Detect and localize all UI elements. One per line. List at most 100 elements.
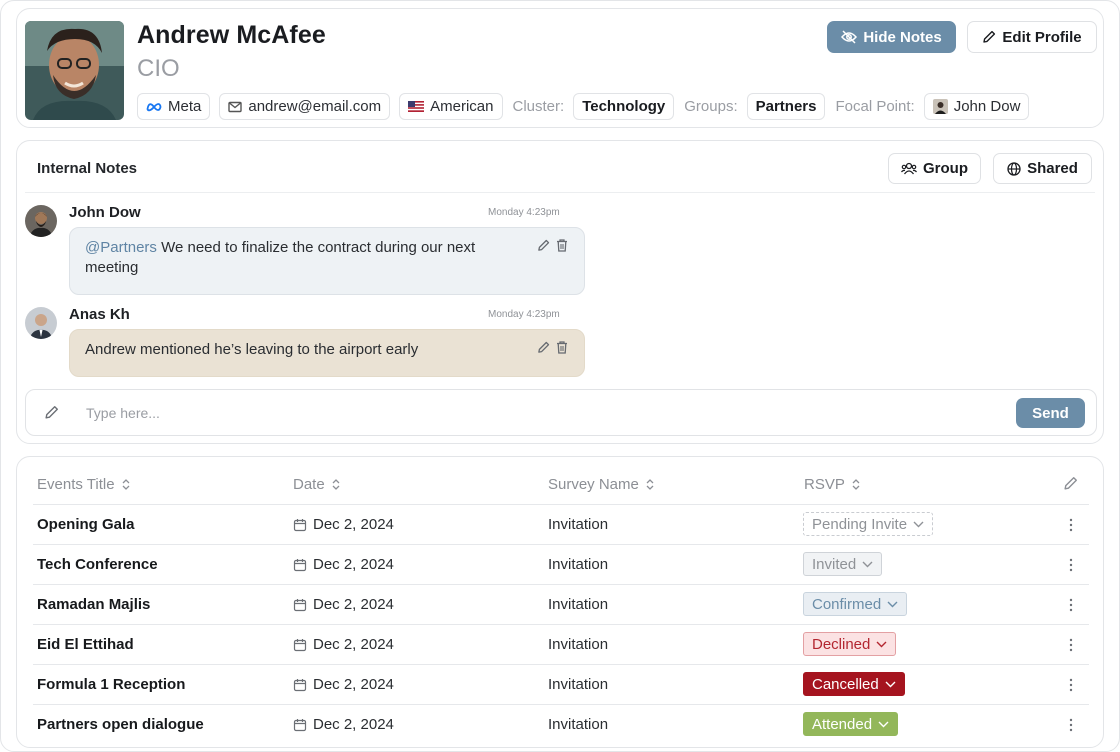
event-title: Opening Gala: [37, 516, 135, 533]
event-title: Ramadan Majlis: [37, 596, 151, 613]
hide-notes-label: Hide Notes: [863, 28, 942, 46]
group-button[interactable]: Group: [888, 153, 981, 184]
row-menu-icon[interactable]: [1067, 637, 1075, 653]
event-title: Formula 1 Reception: [37, 676, 186, 693]
nationality-text: American: [430, 98, 494, 115]
send-button[interactable]: Send: [1016, 398, 1085, 428]
rsvp-dropdown[interactable]: Attended: [803, 712, 899, 736]
column-header-label: Date: [293, 476, 325, 493]
eye-off-icon: [841, 30, 858, 44]
rsvp-dropdown[interactable]: Pending Invite: [803, 512, 934, 536]
table-row[interactable]: Partners open dialogue Dec 2, 2024 Invit…: [33, 704, 1089, 744]
rsvp-status: Cancelled: [812, 675, 879, 693]
survey-name: Invitation: [548, 676, 609, 693]
rsvp-status: Pending Invite: [812, 515, 908, 533]
rsvp-status: Declined: [812, 635, 871, 653]
message-bubble: @Partners We need to finalize the contra…: [69, 227, 585, 295]
globe-icon: [1007, 161, 1021, 176]
column-header-label: RSVP: [804, 476, 845, 493]
event-date-text: Dec 2, 2024: [313, 556, 394, 573]
nationality-chip: American: [399, 93, 503, 120]
company-chip: Meta: [137, 93, 211, 120]
focal-point-label: Focal Point:: [835, 98, 915, 115]
cluster-label: Cluster:: [512, 98, 565, 115]
event-date-text: Dec 2, 2024: [313, 716, 394, 733]
survey-name: Invitation: [548, 716, 609, 733]
message-actions: [537, 239, 568, 252]
edit-columns-icon[interactable]: [1063, 476, 1078, 491]
edit-message-icon[interactable]: [537, 239, 550, 252]
event-title: Tech Conference: [37, 556, 158, 573]
event-date: Dec 2, 2024: [293, 716, 394, 733]
event-date: Dec 2, 2024: [293, 556, 394, 573]
event-date-text: Dec 2, 2024: [313, 676, 394, 693]
row-menu-icon[interactable]: [1067, 597, 1075, 613]
groups-label: Groups:: [684, 98, 738, 115]
message-mention[interactable]: @Partners: [85, 239, 157, 256]
event-title: Partners open dialogue: [37, 716, 204, 733]
rsvp-dropdown[interactable]: Declined: [803, 632, 897, 656]
internal-notes-card: Internal Notes Group Shared John Dow Mon…: [16, 140, 1104, 444]
event-date-text: Dec 2, 2024: [313, 516, 394, 533]
hide-notes-button[interactable]: Hide Notes: [827, 21, 956, 53]
calendar-icon: [293, 678, 307, 691]
rsvp-dropdown[interactable]: Cancelled: [803, 672, 905, 696]
message-time: Monday 4:23pm: [488, 207, 560, 218]
shared-button[interactable]: Shared: [993, 153, 1092, 184]
us-flag-icon: [408, 101, 425, 112]
chevron-down-icon: [913, 521, 924, 527]
table-row[interactable]: Tech Conference Dec 2, 2024 Invitation I…: [33, 544, 1089, 584]
rsvp-status: Confirmed: [812, 595, 882, 613]
survey-name: Invitation: [548, 556, 609, 573]
calendar-icon: [293, 598, 307, 611]
message-avatar: [25, 205, 57, 237]
delete-message-icon[interactable]: [556, 341, 568, 354]
delete-message-icon[interactable]: [556, 239, 568, 252]
column-header-label: Survey Name: [548, 476, 639, 493]
rsvp-status: Attended: [812, 715, 873, 733]
cluster-chip[interactable]: Technology: [573, 93, 675, 120]
table-row[interactable]: Opening Gala Dec 2, 2024 Invitation Pend…: [33, 504, 1089, 544]
email-text: andrew@email.com: [248, 98, 382, 115]
table-row[interactable]: Formula 1 Reception Dec 2, 2024 Invitati…: [33, 664, 1089, 704]
events-table-card: Events Title Date Survey Name RSVP Openi…: [16, 456, 1104, 748]
sort-icon: [122, 479, 130, 490]
sort-icon: [332, 479, 340, 490]
column-header-survey-name[interactable]: Survey Name: [548, 476, 655, 493]
column-header-rsvp[interactable]: RSVP: [804, 476, 861, 493]
rsvp-dropdown[interactable]: Invited: [803, 552, 883, 576]
row-menu-icon[interactable]: [1067, 517, 1075, 533]
row-menu-icon[interactable]: [1067, 557, 1075, 573]
shared-label: Shared: [1027, 160, 1078, 177]
sort-icon: [646, 479, 654, 490]
focal-point-avatar: [932, 99, 948, 114]
note-composer: Send: [25, 389, 1097, 436]
profile-name: Andrew McAfee: [137, 21, 326, 49]
chevron-down-icon: [876, 641, 887, 647]
groups-chip[interactable]: Partners: [746, 93, 826, 120]
calendar-icon: [293, 558, 307, 571]
rsvp-dropdown[interactable]: Confirmed: [803, 592, 908, 616]
row-menu-icon[interactable]: [1067, 677, 1075, 693]
table-row[interactable]: Eid El Ettihad Dec 2, 2024 Invitation De…: [33, 624, 1089, 664]
column-header-date[interactable]: Date: [293, 476, 341, 493]
survey-name: Invitation: [548, 596, 609, 613]
email-chip[interactable]: andrew@email.com: [219, 93, 391, 120]
edit-message-icon[interactable]: [537, 341, 550, 354]
message-actions: [537, 341, 568, 354]
focal-point-chip[interactable]: John Dow: [923, 93, 1030, 120]
message-author: Anas Kh: [69, 306, 130, 323]
survey-name: Invitation: [548, 516, 609, 533]
note-input[interactable]: [86, 402, 986, 424]
edit-profile-label: Edit Profile: [1002, 28, 1082, 46]
focal-point-name: John Dow: [953, 98, 1021, 115]
row-menu-icon[interactable]: [1067, 717, 1075, 733]
chevron-down-icon: [885, 681, 896, 687]
table-row[interactable]: Ramadan Majlis Dec 2, 2024 Invitation Co…: [33, 584, 1089, 624]
sort-icon: [852, 479, 860, 490]
edit-profile-button[interactable]: Edit Profile: [967, 21, 1097, 53]
profile-card: Andrew McAfee CIO Meta andrew@email.com: [16, 8, 1104, 128]
event-date-text: Dec 2, 2024: [313, 636, 394, 653]
message-time: Monday 4:23pm: [488, 309, 560, 320]
column-header-events-title[interactable]: Events Title: [37, 476, 131, 493]
